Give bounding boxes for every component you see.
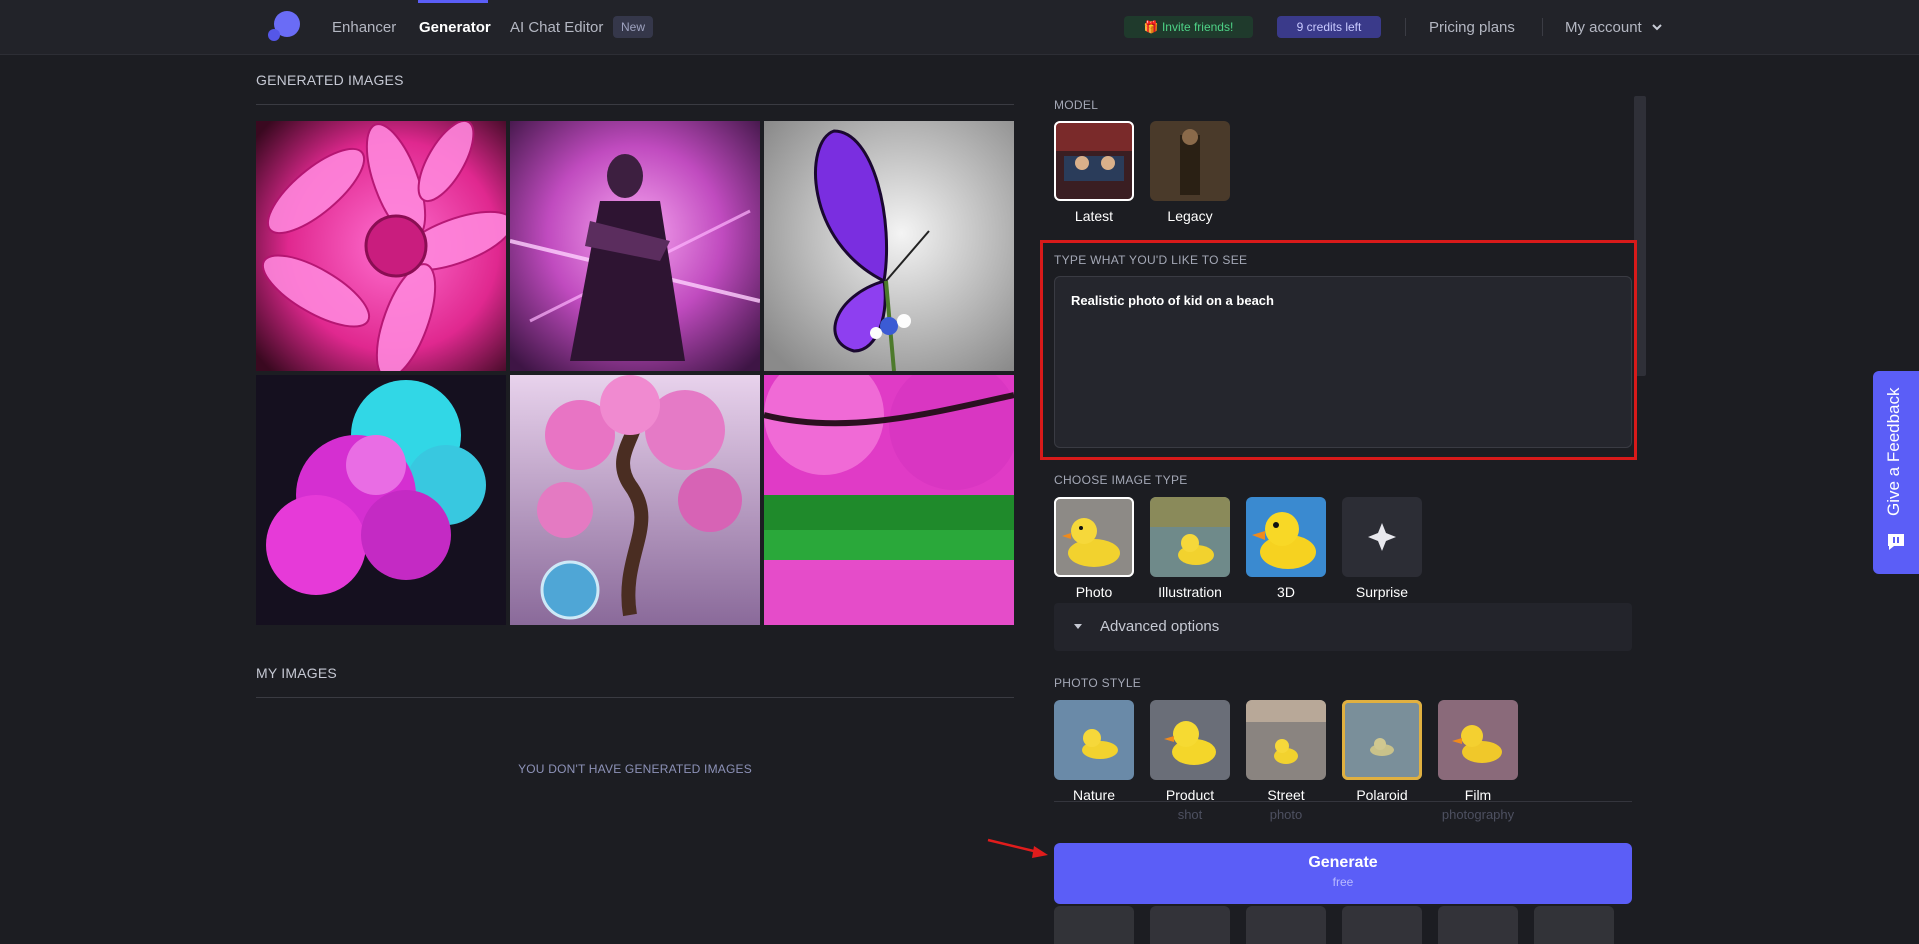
feedback-tab[interactable]: Give a Feedback: [1873, 371, 1919, 574]
generated-images-title: GENERATED IMAGES: [256, 72, 404, 88]
photo-style-product[interactable]: [1150, 700, 1230, 780]
generated-image-pink-flower[interactable]: [256, 121, 506, 371]
generated-image-smoke[interactable]: [256, 375, 506, 625]
model-latest-thumbnail[interactable]: [1054, 121, 1134, 201]
image-type-photo-label: Photo: [1075, 584, 1113, 600]
brand-logo[interactable]: [266, 11, 302, 43]
photo-style-label: PHOTO STYLE: [1054, 676, 1142, 690]
photo-style-product-sub: shot: [1177, 807, 1203, 822]
top-navbar: Enhancer Generator AI Chat Editor New 🎁 …: [0, 0, 1919, 55]
photo-style-film[interactable]: [1438, 700, 1518, 780]
nav-enhancer[interactable]: Enhancer: [332, 19, 396, 36]
generate-button[interactable]: Generate free: [1054, 843, 1632, 904]
nav-divider: [1405, 18, 1406, 36]
image-type-3d[interactable]: [1246, 497, 1326, 577]
prompt-label: TYPE WHAT YOU'D LIKE TO SEE: [1054, 253, 1248, 267]
chat-bubble-icon: [1888, 534, 1904, 550]
credits-left-badge[interactable]: 9 credits left: [1277, 16, 1381, 38]
photo-style-street[interactable]: [1246, 700, 1326, 780]
image-type-surprise-label: Surprise: [1355, 584, 1409, 600]
photo-style-nature[interactable]: [1054, 700, 1134, 780]
generated-image-pink-trees[interactable]: [764, 375, 1014, 625]
panel-divider: [1054, 801, 1632, 802]
generate-button-sub: free: [1332, 875, 1354, 889]
nav-divider: [1542, 18, 1543, 36]
sparkle-icon: [1368, 523, 1396, 551]
section-divider: [256, 104, 1014, 105]
image-type-photo[interactable]: [1054, 497, 1134, 577]
generated-image-bonsai[interactable]: [510, 375, 760, 625]
photo-style-polaroid[interactable]: [1342, 700, 1422, 780]
nav-generator[interactable]: Generator: [419, 19, 491, 36]
model-legacy-thumbnail[interactable]: [1150, 121, 1230, 201]
nav-ai-chat-editor[interactable]: AI Chat Editor: [510, 19, 603, 36]
prompt-textarea[interactable]: Realistic photo of kid on a beach: [1054, 276, 1632, 448]
chevron-down-icon[interactable]: [1650, 20, 1664, 34]
feedback-label: Give a Feedback: [1884, 387, 1903, 517]
image-type-label: CHOOSE IMAGE TYPE: [1054, 473, 1188, 487]
new-badge: New: [613, 16, 654, 38]
generate-button-label: Generate: [1308, 854, 1378, 871]
image-type-illustration-label: Illustration: [1158, 584, 1222, 600]
image-type-surprise[interactable]: [1342, 497, 1422, 577]
model-label: MODEL: [1054, 98, 1099, 112]
generated-image-butterfly[interactable]: [764, 121, 1014, 371]
active-tab-indicator: [418, 0, 488, 3]
my-images-title: MY IMAGES: [256, 665, 337, 681]
advanced-options-toggle[interactable]: Advanced options: [1054, 603, 1632, 651]
advanced-options-label: Advanced options: [1100, 618, 1220, 635]
empty-images-message: YOU DON'T HAVE GENERATED IMAGES: [518, 762, 752, 776]
generated-image-purple-warrior[interactable]: [510, 121, 760, 371]
model-legacy-label: Legacy: [1167, 208, 1213, 224]
nav-my-account[interactable]: My account: [1565, 19, 1642, 36]
invite-friends-button[interactable]: 🎁 Invite friends!: [1124, 16, 1253, 38]
caret-down-icon: [1074, 624, 1082, 629]
nav-pricing-plans[interactable]: Pricing plans: [1429, 19, 1515, 36]
photo-style-film-sub: photography: [1441, 807, 1515, 822]
model-latest-label: Latest: [1074, 208, 1114, 224]
annotation-arrow-icon: [987, 838, 1048, 858]
section-divider: [256, 697, 1014, 698]
photo-style-street-sub: photo: [1269, 807, 1303, 822]
faded-thumbnail-row: [1054, 906, 1632, 944]
panel-scrollbar[interactable]: [1634, 96, 1646, 376]
image-type-3d-label: 3D: [1277, 584, 1295, 600]
image-type-illustration[interactable]: [1150, 497, 1230, 577]
